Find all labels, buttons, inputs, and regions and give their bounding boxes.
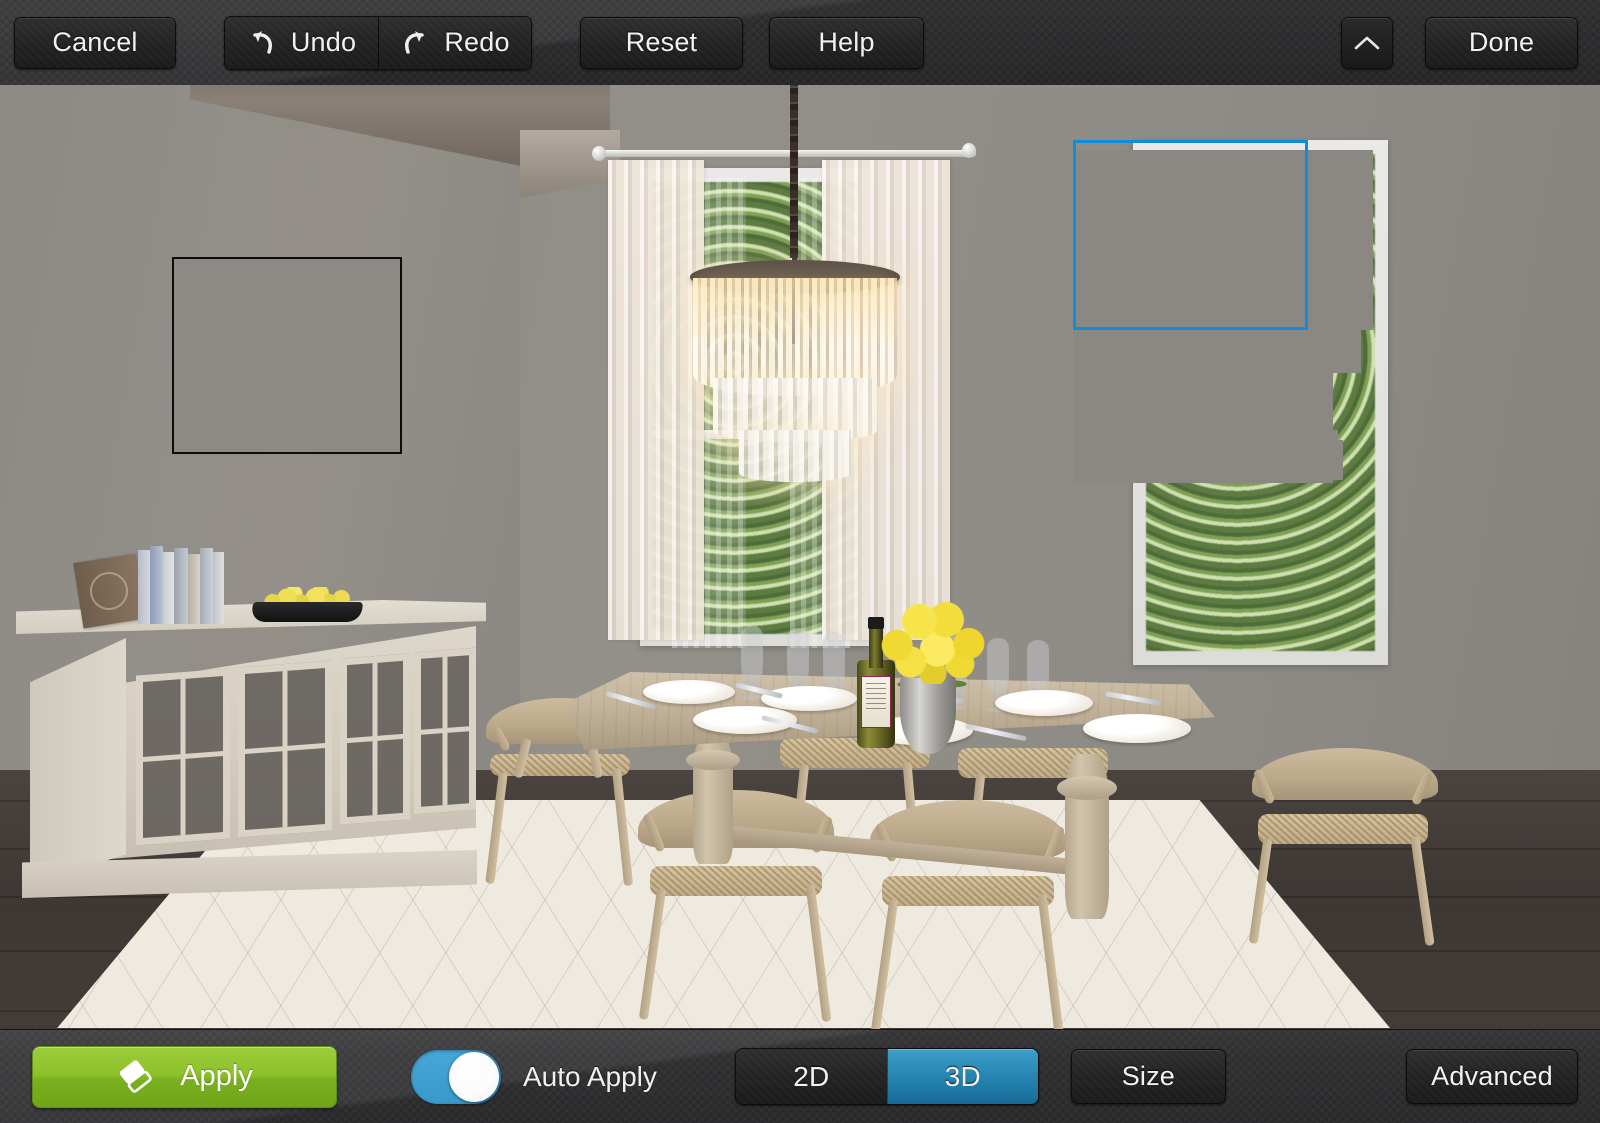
auto-apply-toggle[interactable] [411, 1049, 501, 1104]
chandelier-crystal-tier-3 [739, 430, 851, 482]
apply-button-label: Apply [180, 1060, 253, 1092]
advanced-button-label: Advanced [1431, 1061, 1553, 1091]
table-stretcher [713, 824, 1083, 876]
dinner-plate [761, 686, 857, 711]
auto-apply-label: Auto Apply [523, 1060, 657, 1092]
top-toolbar: Cancel Undo Redo Reset Help Done [0, 0, 1600, 85]
undo-button-label: Undo [290, 27, 357, 57]
eraser-icon [116, 1059, 156, 1095]
room-3d-viewport[interactable] [0, 0, 1600, 1123]
size-button[interactable]: Size [1070, 1049, 1226, 1104]
size-button-label: Size [1121, 1061, 1176, 1091]
wine-glass [741, 626, 763, 688]
lemon-bowl [250, 587, 364, 622]
cancel-button-label: Cancel [52, 27, 138, 57]
dinner-plate [995, 690, 1093, 716]
apply-button[interactable]: Apply [32, 1045, 337, 1108]
chevron-up-icon [1352, 33, 1382, 53]
view-mode-3d-button[interactable]: 3D [886, 1049, 1038, 1104]
curtain-rod [598, 150, 976, 157]
view-mode-3d-label: 3D [944, 1060, 981, 1092]
dining-table[interactable] [565, 592, 1215, 922]
sideboard-glass-door [340, 653, 410, 825]
dinner-plate [643, 680, 735, 704]
undo-redo-group: Undo Redo [224, 15, 532, 70]
view-mode-2d-label: 2D [793, 1060, 830, 1092]
sideboard-cabinet[interactable] [16, 600, 486, 900]
view-mode-2d-button[interactable]: 2D [736, 1049, 887, 1104]
wine-glass [787, 628, 809, 690]
curtain-rod-finial-right [962, 143, 976, 158]
bottom-toolbar: Apply Auto Apply 2D 3D Size Advanced [0, 1029, 1600, 1123]
curtain-panel-left [608, 160, 704, 640]
undo-button[interactable]: Undo [225, 16, 378, 69]
sideboard-glass-door [238, 660, 332, 838]
table-pedestal-leg [686, 734, 740, 864]
reset-button[interactable]: Reset [580, 16, 743, 69]
wine-glass [823, 632, 845, 694]
chandelier-chain [790, 78, 798, 258]
app-root: Cancel Undo Redo Reset Help Done Apply A… [0, 0, 1600, 1123]
help-button-label: Help [818, 27, 875, 57]
help-button[interactable]: Help [769, 16, 924, 69]
table-pedestal-leg [1057, 754, 1117, 919]
view-mode-segmented-control: 2D 3D [734, 1048, 1039, 1105]
cancel-button[interactable]: Cancel [14, 16, 176, 69]
sideboard-side-panel [30, 638, 126, 884]
done-button[interactable]: Done [1425, 16, 1578, 69]
unselected-mask-rectangle[interactable] [172, 257, 402, 454]
dining-chair[interactable] [1238, 748, 1443, 948]
redo-arrow-icon [400, 29, 430, 57]
leaning-book [73, 553, 145, 629]
wine-glass [987, 638, 1009, 700]
mask-region-fill-e [1093, 440, 1343, 480]
toggle-knob [449, 1051, 499, 1102]
sideboard-glass-door [136, 668, 230, 846]
redo-button-label: Redo [444, 27, 510, 57]
advanced-button[interactable]: Advanced [1406, 1049, 1578, 1104]
selected-mask-rectangle[interactable] [1073, 140, 1308, 330]
yellow-roses [877, 592, 989, 684]
curtain-rod-finial-left [592, 146, 606, 161]
reset-button-label: Reset [625, 27, 698, 57]
collapse-toolbar-button[interactable] [1341, 16, 1393, 69]
done-button-label: Done [1468, 27, 1535, 57]
undo-arrow-icon [247, 29, 277, 57]
black-serving-dish [250, 602, 364, 622]
sideboard-glass-door [414, 647, 476, 815]
redo-button[interactable]: Redo [378, 16, 531, 69]
dinner-plate [1083, 714, 1191, 743]
book-stack [73, 544, 238, 629]
